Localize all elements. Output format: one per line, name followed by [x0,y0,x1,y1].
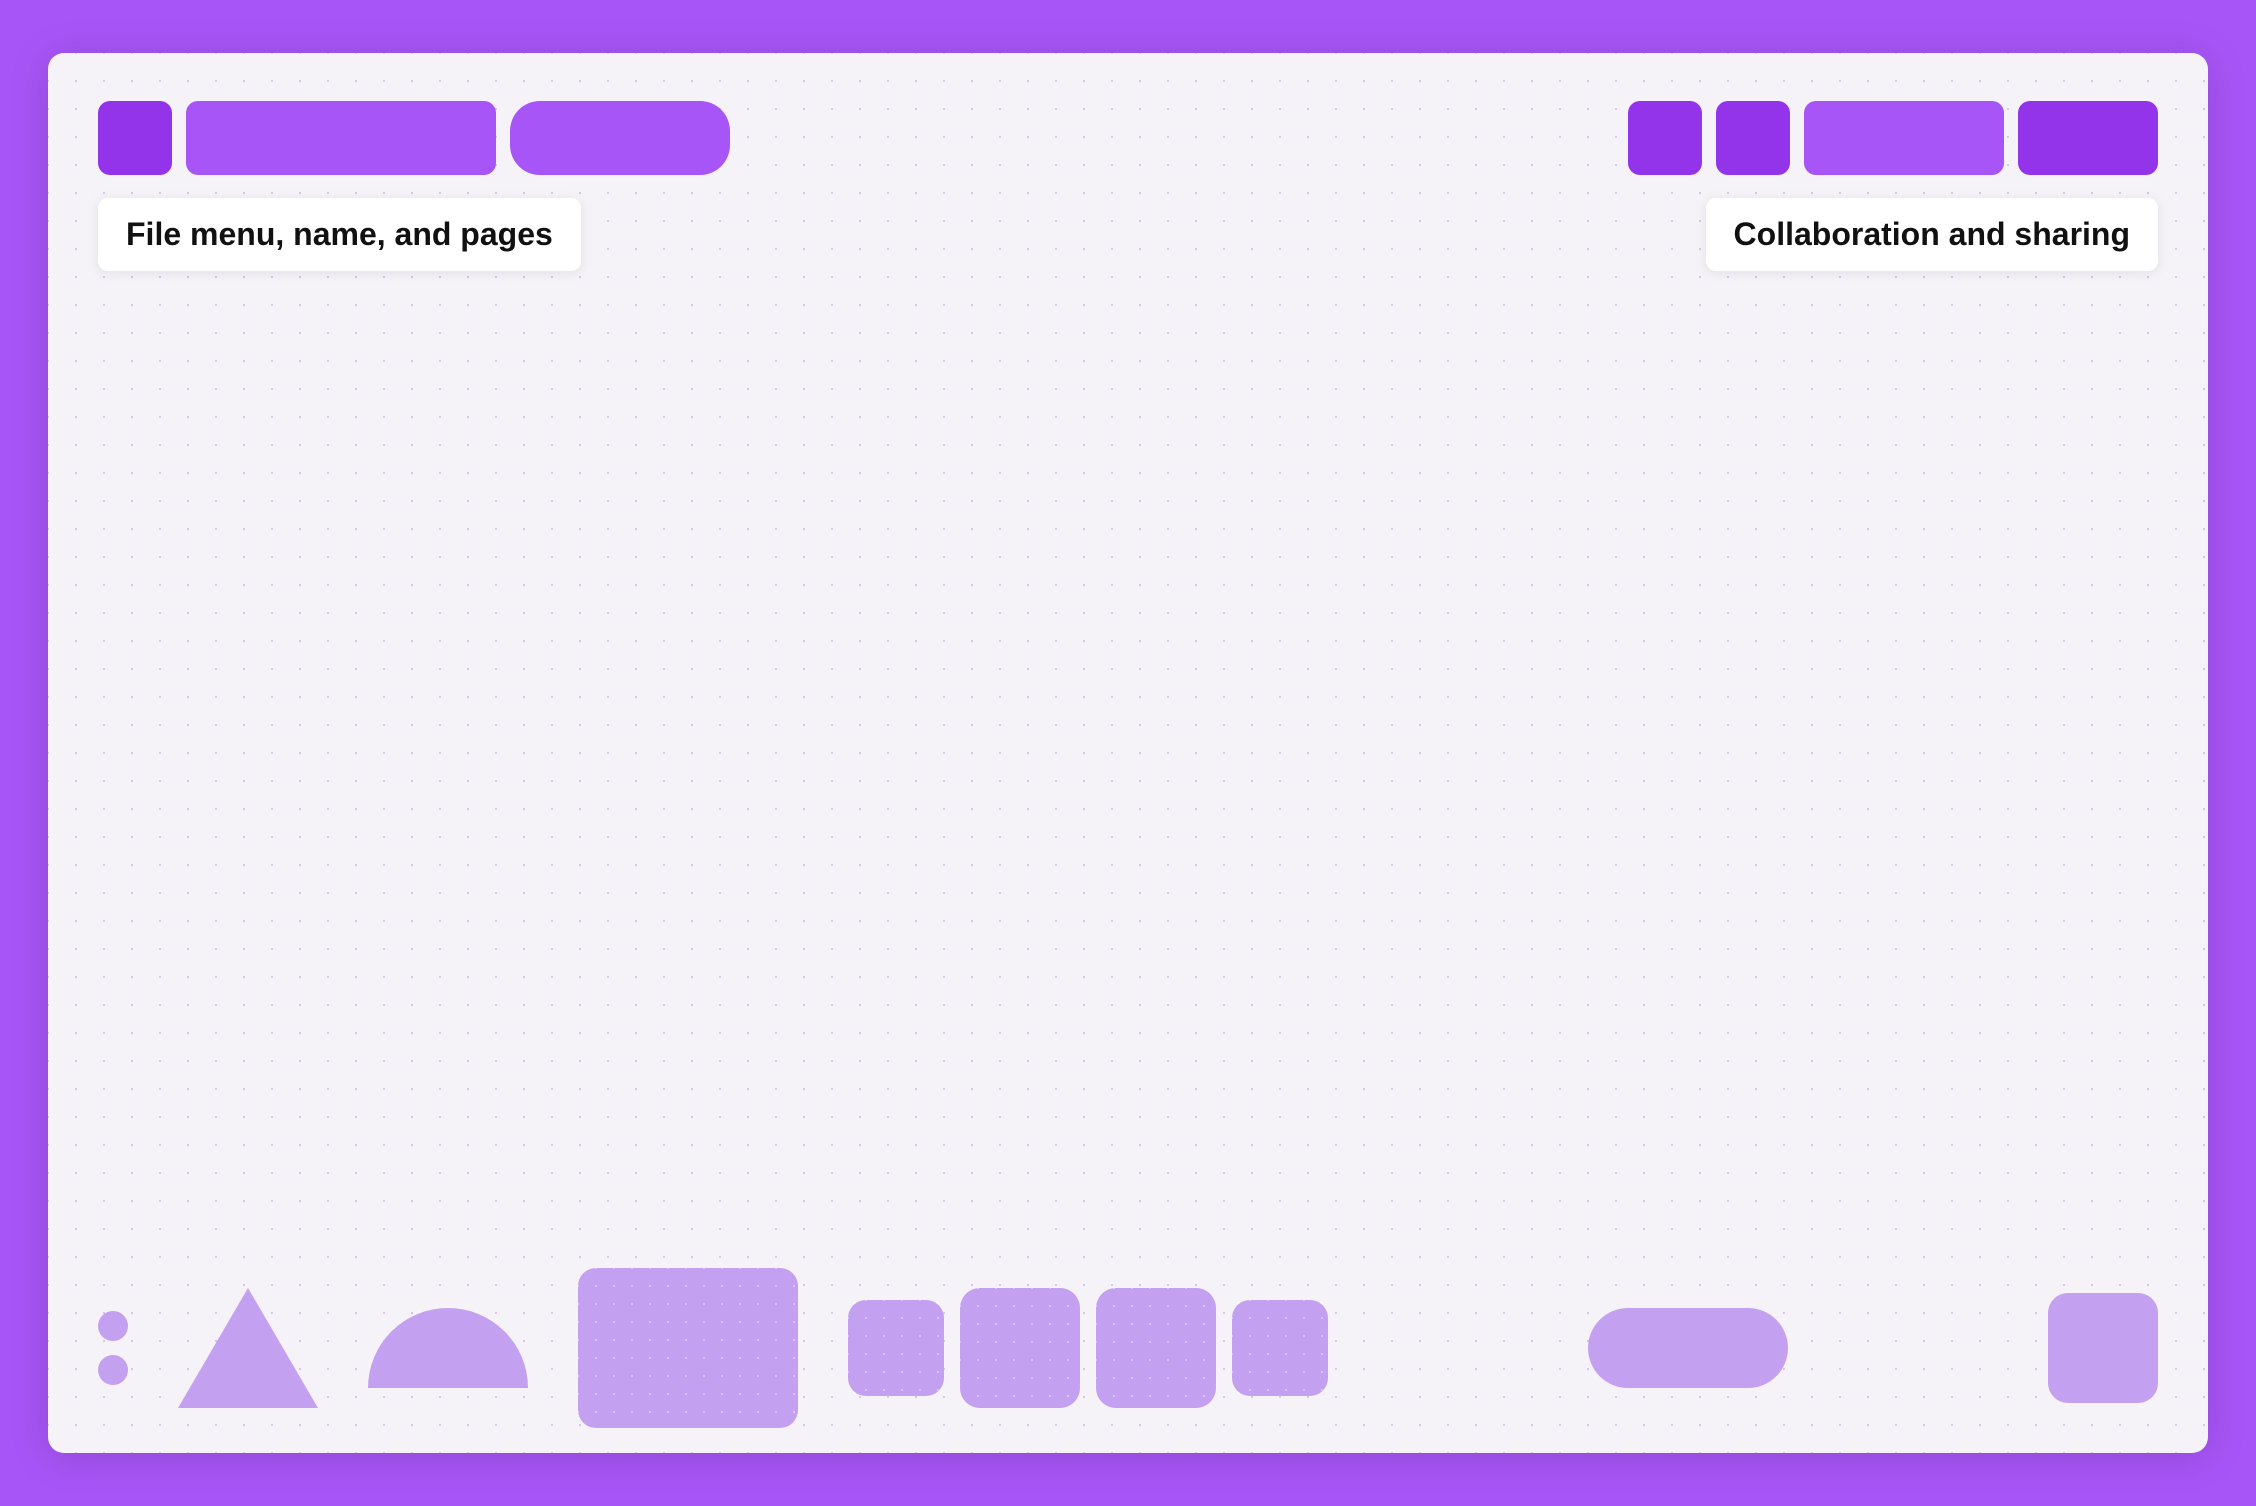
share-button[interactable] [2018,101,2158,175]
dots-shape [98,1311,128,1385]
small-square-2 [960,1288,1080,1408]
file-name-button[interactable] [186,101,496,175]
menu-icon-button[interactable] [98,101,172,175]
small-squares-group [848,1288,1328,1408]
arch-shape [368,1308,528,1388]
main-canvas: File menu, name, and pages Collaboration… [48,53,2208,1453]
collaboration-label: Collaboration and sharing [1706,198,2158,271]
dot-bottom [98,1355,128,1385]
bottom-shapes-toolbar [98,1283,2158,1413]
small-square-right [2048,1293,2158,1403]
toolbar-right [1628,101,2158,175]
file-menu-label: File menu, name, and pages [98,198,581,271]
small-square-3 [1096,1288,1216,1408]
toolbar [98,93,2158,183]
triangle-shape [178,1288,318,1408]
dot-top [98,1311,128,1341]
collaboration-button[interactable] [1804,101,2004,175]
pill-shape [1588,1308,1788,1388]
small-square-4 [1232,1300,1328,1396]
pages-button[interactable] [510,101,730,175]
user-avatar-button[interactable] [1628,101,1702,175]
share-icon-button[interactable] [1716,101,1790,175]
small-square-1 [848,1300,944,1396]
large-rectangle-shape [578,1268,798,1428]
toolbar-left [98,101,730,175]
